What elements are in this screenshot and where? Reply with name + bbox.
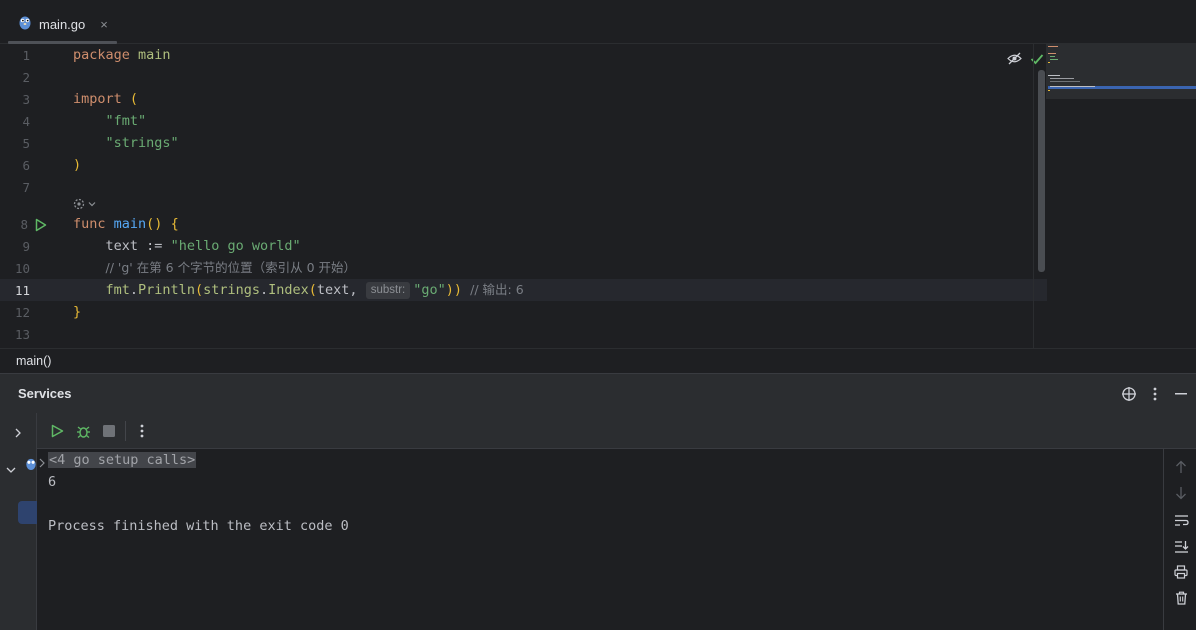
scroll-to-end-icon[interactable] bbox=[1173, 538, 1189, 554]
console-line: Process finished with the exit code 0 bbox=[48, 518, 349, 534]
tab-label: main.go bbox=[39, 16, 86, 32]
code-line: text := "hello go world" bbox=[105, 238, 301, 254]
toolbar-separator bbox=[125, 421, 126, 441]
arrow-down-icon[interactable] bbox=[1173, 485, 1189, 501]
line-number: 5 bbox=[22, 136, 30, 151]
debug-icon[interactable] bbox=[74, 422, 92, 440]
target-icon[interactable] bbox=[1120, 385, 1138, 403]
editor-scrollbar[interactable] bbox=[1038, 70, 1045, 272]
code-line: // 'g' 在第 6 个字节的位置（索引从 0 开始） bbox=[105, 260, 356, 275]
code-line-current: fmt.Println(strings.Index(text, substr: "… bbox=[105, 282, 524, 299]
breadcrumb-item[interactable]: main() bbox=[16, 354, 51, 368]
code-vision-icon[interactable] bbox=[72, 197, 96, 211]
console-line: <4 go setup calls> bbox=[48, 450, 197, 470]
minimap-divider bbox=[1033, 44, 1034, 348]
editor-tab-bar: main.go × bbox=[0, 0, 1196, 44]
chevron-down-icon bbox=[88, 202, 96, 207]
services-body: <4 go setup calls> 6 Process finished wi… bbox=[0, 413, 1196, 630]
more-options-icon[interactable] bbox=[133, 422, 151, 440]
services-tree[interactable] bbox=[0, 413, 37, 630]
fold-chevron-icon[interactable] bbox=[39, 453, 45, 472]
line-number-current: 11 bbox=[14, 283, 30, 298]
line-number: 8 bbox=[20, 217, 28, 232]
console-line: 6 bbox=[48, 474, 57, 490]
arrow-up-icon[interactable] bbox=[1173, 459, 1189, 475]
breadcrumb[interactable]: main() bbox=[0, 348, 1196, 373]
code-line: package main bbox=[73, 47, 171, 63]
print-icon[interactable] bbox=[1173, 564, 1189, 580]
line-number: 1 bbox=[22, 48, 30, 63]
line-number: 7 bbox=[22, 180, 30, 195]
gopher-icon bbox=[25, 457, 37, 476]
line-number: 10 bbox=[14, 261, 30, 276]
expand-chevron-icon[interactable] bbox=[14, 425, 22, 443]
run-icon[interactable] bbox=[48, 422, 66, 440]
close-tab-icon[interactable]: × bbox=[100, 17, 108, 32]
services-panel-header: Services bbox=[0, 373, 1196, 413]
tab-main-go[interactable]: main.go × bbox=[8, 4, 117, 44]
line-number: 12 bbox=[14, 305, 30, 320]
code-editor[interactable]: 1 2 3 4 5 6 7 8 9 10 11 12 13 package ma… bbox=[0, 44, 1196, 348]
parameter-hint: substr: bbox=[365, 282, 411, 299]
console-side-toolbar bbox=[1163, 449, 1196, 630]
trash-icon[interactable] bbox=[1173, 590, 1189, 606]
line-number: 13 bbox=[14, 327, 30, 342]
stop-icon[interactable] bbox=[100, 422, 118, 440]
run-gutter-icon[interactable] bbox=[35, 217, 47, 236]
line-number: 6 bbox=[22, 158, 30, 173]
line-number: 3 bbox=[22, 92, 30, 107]
code-line: "strings" bbox=[105, 135, 179, 151]
console-toolbar bbox=[37, 413, 1196, 449]
soft-wrap-icon[interactable] bbox=[1173, 512, 1189, 528]
gopher-icon bbox=[18, 15, 32, 33]
console-output[interactable]: <4 go setup calls> 6 Process finished wi… bbox=[37, 449, 1163, 630]
services-title: Services bbox=[18, 386, 72, 401]
selected-service-item[interactable] bbox=[18, 501, 37, 524]
code-line: } bbox=[73, 304, 82, 320]
code-line: ) bbox=[73, 157, 82, 173]
line-number: 2 bbox=[22, 70, 30, 85]
minimap[interactable] bbox=[1046, 44, 1196, 99]
code-line: import ( bbox=[73, 91, 139, 107]
code-line: "fmt" bbox=[105, 113, 147, 129]
code-line: func main() { bbox=[73, 216, 179, 232]
eye-crossed-icon[interactable] bbox=[1007, 50, 1022, 69]
line-number: 9 bbox=[22, 239, 30, 254]
collapse-chevron-icon[interactable] bbox=[6, 461, 16, 479]
folded-setup-calls[interactable]: <4 go setup calls> bbox=[48, 452, 197, 468]
minimize-icon[interactable] bbox=[1172, 385, 1190, 403]
more-options-icon[interactable] bbox=[1146, 385, 1164, 403]
line-number: 4 bbox=[22, 114, 30, 129]
